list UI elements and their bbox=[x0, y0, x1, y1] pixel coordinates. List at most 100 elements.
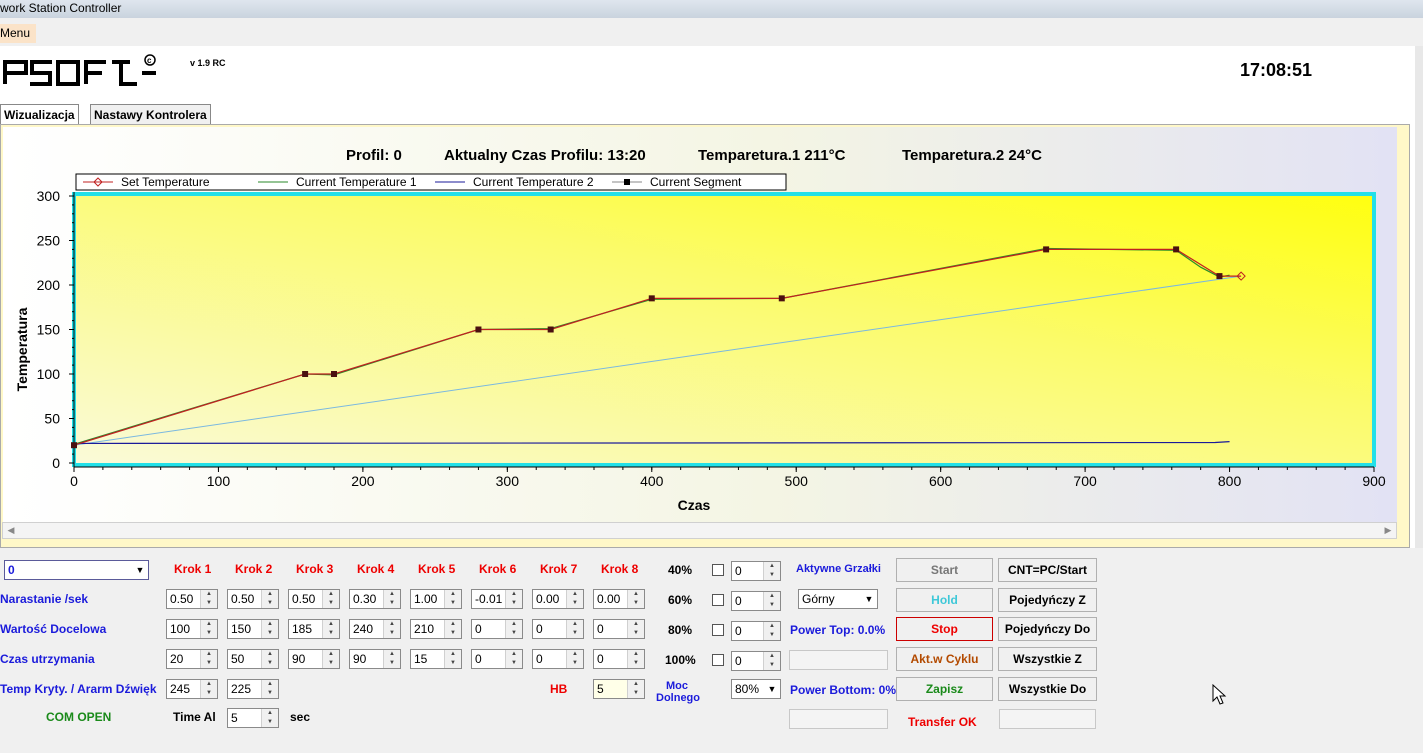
spin-down-icon[interactable]: ▼ bbox=[445, 629, 461, 638]
spin-up-icon[interactable]: ▲ bbox=[445, 590, 461, 599]
step-value-input[interactable]: 240 ▲ ▼ bbox=[349, 619, 401, 639]
spin-down-icon[interactable]: ▼ bbox=[764, 661, 780, 670]
scroll-left-icon[interactable]: ◀ bbox=[3, 523, 19, 538]
spin-down-icon[interactable]: ▼ bbox=[384, 599, 400, 608]
step-value-input[interactable]: 0 ▲ ▼ bbox=[471, 619, 523, 639]
spin-up-icon[interactable]: ▲ bbox=[384, 650, 400, 659]
spin-up-icon[interactable]: ▲ bbox=[764, 652, 780, 661]
wszystkie-do-button[interactable]: Wszystkie Do bbox=[998, 677, 1097, 701]
spin-down-icon[interactable]: ▼ bbox=[567, 629, 583, 638]
step-value-input[interactable]: 0 ▲ ▼ bbox=[471, 649, 523, 669]
hb-input[interactable]: 5 ▲ ▼ bbox=[593, 679, 645, 699]
step-value-input[interactable]: 0.50 ▲ ▼ bbox=[288, 589, 340, 609]
step-value-input[interactable]: 0.50 ▲ ▼ bbox=[227, 589, 279, 609]
spin-up-icon[interactable]: ▲ bbox=[506, 620, 522, 629]
spin-down-icon[interactable]: ▼ bbox=[506, 629, 522, 638]
step-value-input[interactable]: -0.01 ▲ ▼ bbox=[471, 589, 523, 609]
step-value-input[interactable]: 0 ▲ ▼ bbox=[532, 619, 584, 639]
step-value-input[interactable]: 0 ▲ ▼ bbox=[532, 649, 584, 669]
pojedynczy-z-button[interactable]: Pojedyńczy Z bbox=[998, 588, 1097, 612]
spin-down-icon[interactable]: ▼ bbox=[201, 659, 217, 668]
spin-up-icon[interactable]: ▲ bbox=[323, 620, 339, 629]
spin-up-icon[interactable]: ▲ bbox=[628, 590, 644, 599]
step-value-input[interactable]: 90 ▲ ▼ bbox=[349, 649, 401, 669]
step-value-input[interactable]: 50 ▲ ▼ bbox=[227, 649, 279, 669]
grzalki-select[interactable]: Górny ▼ bbox=[798, 589, 878, 609]
spin-down-icon[interactable]: ▼ bbox=[764, 571, 780, 580]
spin-up-icon[interactable]: ▲ bbox=[567, 620, 583, 629]
spin-down-icon[interactable]: ▼ bbox=[323, 599, 339, 608]
percent-value-input[interactable]: 0 ▲ ▼ bbox=[731, 621, 781, 641]
percent-value-input[interactable]: 0 ▲ ▼ bbox=[731, 591, 781, 611]
step-value-input[interactable]: 0.00 ▲ ▼ bbox=[532, 589, 584, 609]
spin-up-icon[interactable]: ▲ bbox=[262, 590, 278, 599]
spin-down-icon[interactable]: ▼ bbox=[628, 659, 644, 668]
spin-up-icon[interactable]: ▲ bbox=[628, 620, 644, 629]
time-al-input[interactable]: 5 ▲ ▼ bbox=[227, 708, 279, 728]
step-value-input[interactable]: 1.00 ▲ ▼ bbox=[410, 589, 462, 609]
spin-up-icon[interactable]: ▲ bbox=[262, 650, 278, 659]
spin-down-icon[interactable]: ▼ bbox=[567, 659, 583, 668]
stop-button[interactable]: Stop bbox=[896, 617, 993, 641]
spin-down-icon[interactable]: ▼ bbox=[262, 629, 278, 638]
spin-up-icon[interactable]: ▲ bbox=[567, 650, 583, 659]
spin-up-icon[interactable]: ▲ bbox=[262, 620, 278, 629]
profile-select[interactable]: 0 ▼ bbox=[4, 560, 149, 580]
spin-down-icon[interactable]: ▼ bbox=[384, 629, 400, 638]
spin-down-icon[interactable]: ▼ bbox=[506, 599, 522, 608]
hold-button[interactable]: Hold bbox=[896, 588, 993, 612]
spin-down-icon[interactable]: ▼ bbox=[764, 601, 780, 610]
percent-checkbox[interactable] bbox=[712, 564, 724, 576]
spin-down-icon[interactable]: ▼ bbox=[628, 599, 644, 608]
spin-up-icon[interactable]: ▲ bbox=[323, 650, 339, 659]
menu-item[interactable]: Menu bbox=[0, 24, 36, 43]
pojedynczy-do-button[interactable]: Pojedyńczy Do bbox=[998, 617, 1097, 641]
spin-up-icon[interactable]: ▲ bbox=[764, 592, 780, 601]
spin-up-icon[interactable]: ▲ bbox=[384, 590, 400, 599]
spin-down-icon[interactable]: ▼ bbox=[506, 659, 522, 668]
spin-down-icon[interactable]: ▼ bbox=[201, 629, 217, 638]
step-value-input[interactable]: 0.50 ▲ ▼ bbox=[166, 589, 218, 609]
spin-down-icon[interactable]: ▼ bbox=[384, 659, 400, 668]
start-button[interactable]: Start bbox=[896, 558, 993, 582]
zapisz-button[interactable]: Zapisz bbox=[896, 677, 993, 701]
spin-up-icon[interactable]: ▲ bbox=[445, 620, 461, 629]
spin-up-icon[interactable]: ▲ bbox=[323, 590, 339, 599]
spin-down-icon[interactable]: ▼ bbox=[262, 599, 278, 608]
spin-up-icon[interactable]: ▲ bbox=[506, 590, 522, 599]
spin-down-icon[interactable]: ▼ bbox=[323, 659, 339, 668]
temp-kryt-input[interactable]: 245 ▲ ▼ bbox=[166, 679, 218, 699]
spin-up-icon[interactable]: ▲ bbox=[201, 590, 217, 599]
akt-w-cyklu-button[interactable]: Akt.w Cyklu bbox=[896, 647, 993, 671]
spin-up-icon[interactable]: ▲ bbox=[201, 650, 217, 659]
step-value-input[interactable]: 15 ▲ ▼ bbox=[410, 649, 462, 669]
tab-nastawy-kontrolera[interactable]: Nastawy Kontrolera bbox=[90, 104, 211, 125]
step-value-input[interactable]: 0.00 ▲ ▼ bbox=[593, 589, 645, 609]
wszystkie-z-button[interactable]: Wszystkie Z bbox=[998, 647, 1097, 671]
percent-checkbox[interactable] bbox=[712, 624, 724, 636]
spin-up-icon[interactable]: ▲ bbox=[201, 620, 217, 629]
spin-up-icon[interactable]: ▲ bbox=[567, 590, 583, 599]
step-value-input[interactable]: 150 ▲ ▼ bbox=[227, 619, 279, 639]
spin-up-icon[interactable]: ▲ bbox=[764, 562, 780, 571]
spin-down-icon[interactable]: ▼ bbox=[764, 631, 780, 640]
moc-dolnego-select[interactable]: 80% ▼ bbox=[731, 679, 781, 699]
percent-checkbox[interactable] bbox=[712, 654, 724, 666]
scroll-right-icon[interactable]: ▶ bbox=[1380, 523, 1396, 538]
spin-down-icon[interactable]: ▼ bbox=[445, 659, 461, 668]
percent-value-input[interactable]: 0 ▲ ▼ bbox=[731, 651, 781, 671]
step-value-input[interactable]: 20 ▲ ▼ bbox=[166, 649, 218, 669]
step-value-input[interactable]: 100 ▲ ▼ bbox=[166, 619, 218, 639]
spin-down-icon[interactable]: ▼ bbox=[262, 659, 278, 668]
spin-down-icon[interactable]: ▼ bbox=[445, 599, 461, 608]
spin-down-icon[interactable]: ▼ bbox=[628, 629, 644, 638]
spin-down-icon[interactable]: ▼ bbox=[567, 599, 583, 608]
step-value-input[interactable]: 90 ▲ ▼ bbox=[288, 649, 340, 669]
spin-up-icon[interactable]: ▲ bbox=[506, 650, 522, 659]
spin-up-icon[interactable]: ▲ bbox=[628, 650, 644, 659]
spin-up-icon[interactable]: ▲ bbox=[445, 650, 461, 659]
tab-wizualizacja[interactable]: Wizualizacja bbox=[0, 104, 79, 126]
step-value-input[interactable]: 0 ▲ ▼ bbox=[593, 619, 645, 639]
percent-value-input[interactable]: 0 ▲ ▼ bbox=[731, 561, 781, 581]
step-value-input[interactable]: 0.30 ▲ ▼ bbox=[349, 589, 401, 609]
